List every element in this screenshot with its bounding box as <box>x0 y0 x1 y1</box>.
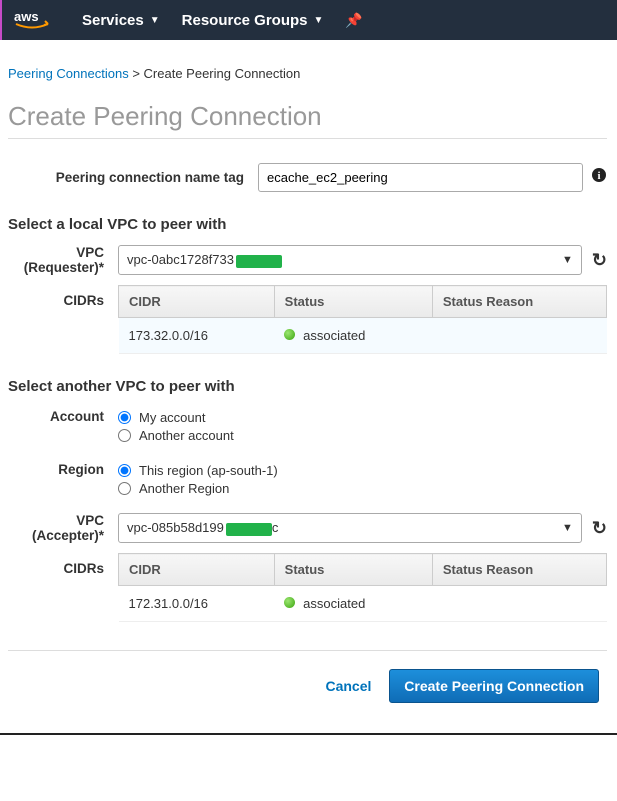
refresh-icon[interactable]: ↻ <box>592 518 607 539</box>
chevron-down-icon: ▼ <box>562 254 573 266</box>
info-icon[interactable]: i <box>591 167 607 188</box>
table-header-row: CIDR Status Status Reason <box>119 554 607 586</box>
status-dot-icon <box>284 597 295 608</box>
col-status-reason: Status Reason <box>432 286 606 318</box>
table-row: 172.31.0.0/16 associated <box>119 586 607 622</box>
col-status: Status <box>274 286 432 318</box>
svg-text:aws: aws <box>14 9 39 24</box>
status-cell: associated <box>274 318 432 354</box>
cidr-value: 172.31.0.0/16 <box>119 586 275 622</box>
vpc-requester-value: vpc-0abc1728f733 <box>127 252 282 267</box>
refresh-icon[interactable]: ↻ <box>592 250 607 271</box>
chevron-down-icon: ▼ <box>314 15 324 26</box>
radio-this-region-label: This region (ap-south-1) <box>139 463 278 478</box>
chevron-down-icon: ▼ <box>562 522 573 534</box>
vpc-accepter-label: VPC (Accepter)* <box>8 513 118 543</box>
status-text: associated <box>303 328 365 343</box>
region-label: Region <box>8 460 118 477</box>
radio-another-account-label: Another account <box>139 428 234 443</box>
vpc-accepter-value: vpc-085b58d199c <box>127 520 278 535</box>
action-buttons: Cancel Create Peering Connection <box>8 650 607 713</box>
chevron-down-icon: ▼ <box>150 15 160 26</box>
status-reason <box>432 586 606 622</box>
top-nav: aws Services ▼ Resource Groups ▼ 📌 <box>0 0 617 40</box>
status-text: associated <box>303 596 365 611</box>
pin-icon[interactable]: 📌 <box>345 12 362 29</box>
cidr-value: 173.32.0.0/16 <box>119 318 275 354</box>
nav-services[interactable]: Services ▼ <box>82 12 160 29</box>
radio-another-region[interactable] <box>118 482 131 495</box>
status-dot-icon <box>284 329 295 340</box>
nav-resource-groups[interactable]: Resource Groups ▼ <box>182 12 324 29</box>
status-cell: associated <box>274 586 432 622</box>
cidrs-label: CIDRs <box>8 553 118 622</box>
nav-resource-groups-label: Resource Groups <box>182 12 308 29</box>
section-local-vpc: Select a local VPC to peer with <box>8 216 607 233</box>
table-header-row: CIDR Status Status Reason <box>119 286 607 318</box>
radio-this-region[interactable] <box>118 464 131 477</box>
aws-logo[interactable]: aws <box>14 8 58 33</box>
col-cidr: CIDR <box>119 554 275 586</box>
account-label: Account <box>8 407 118 424</box>
page-title: Create Peering Connection <box>8 91 607 139</box>
footer-divider <box>0 733 617 735</box>
vpc-accepter-select[interactable]: vpc-085b58d199c ▼ <box>118 513 582 542</box>
col-status: Status <box>274 554 432 586</box>
radio-another-region-label: Another Region <box>139 481 229 496</box>
col-cidr: CIDR <box>119 286 275 318</box>
name-tag-label: Peering connection name tag <box>8 170 258 185</box>
name-tag-input[interactable] <box>258 163 583 192</box>
vpc-requester-select[interactable]: vpc-0abc1728f733 ▼ <box>118 245 582 274</box>
redacted-text <box>236 255 282 268</box>
breadcrumb: Peering Connections > Create Peering Con… <box>8 66 607 81</box>
vpc-requester-label: VPC (Requester)* <box>8 245 118 275</box>
redacted-text <box>226 523 272 536</box>
cancel-button[interactable]: Cancel <box>325 678 371 694</box>
svg-text:i: i <box>597 170 600 182</box>
radio-my-account[interactable] <box>118 411 131 424</box>
status-reason <box>432 318 606 354</box>
table-row: 173.32.0.0/16 associated <box>119 318 607 354</box>
radio-another-account[interactable] <box>118 429 131 442</box>
cidrs-label: CIDRs <box>8 285 118 354</box>
create-peering-button[interactable]: Create Peering Connection <box>389 669 599 703</box>
breadcrumb-current: Create Peering Connection <box>144 66 301 81</box>
breadcrumb-link[interactable]: Peering Connections <box>8 66 129 81</box>
section-another-vpc: Select another VPC to peer with <box>8 378 607 395</box>
radio-my-account-label: My account <box>139 410 205 425</box>
nav-services-label: Services <box>82 12 144 29</box>
accepter-cidr-table: CIDR Status Status Reason 172.31.0.0/16 … <box>118 553 607 622</box>
col-status-reason: Status Reason <box>432 554 606 586</box>
requester-cidr-table: CIDR Status Status Reason 173.32.0.0/16 … <box>118 285 607 354</box>
